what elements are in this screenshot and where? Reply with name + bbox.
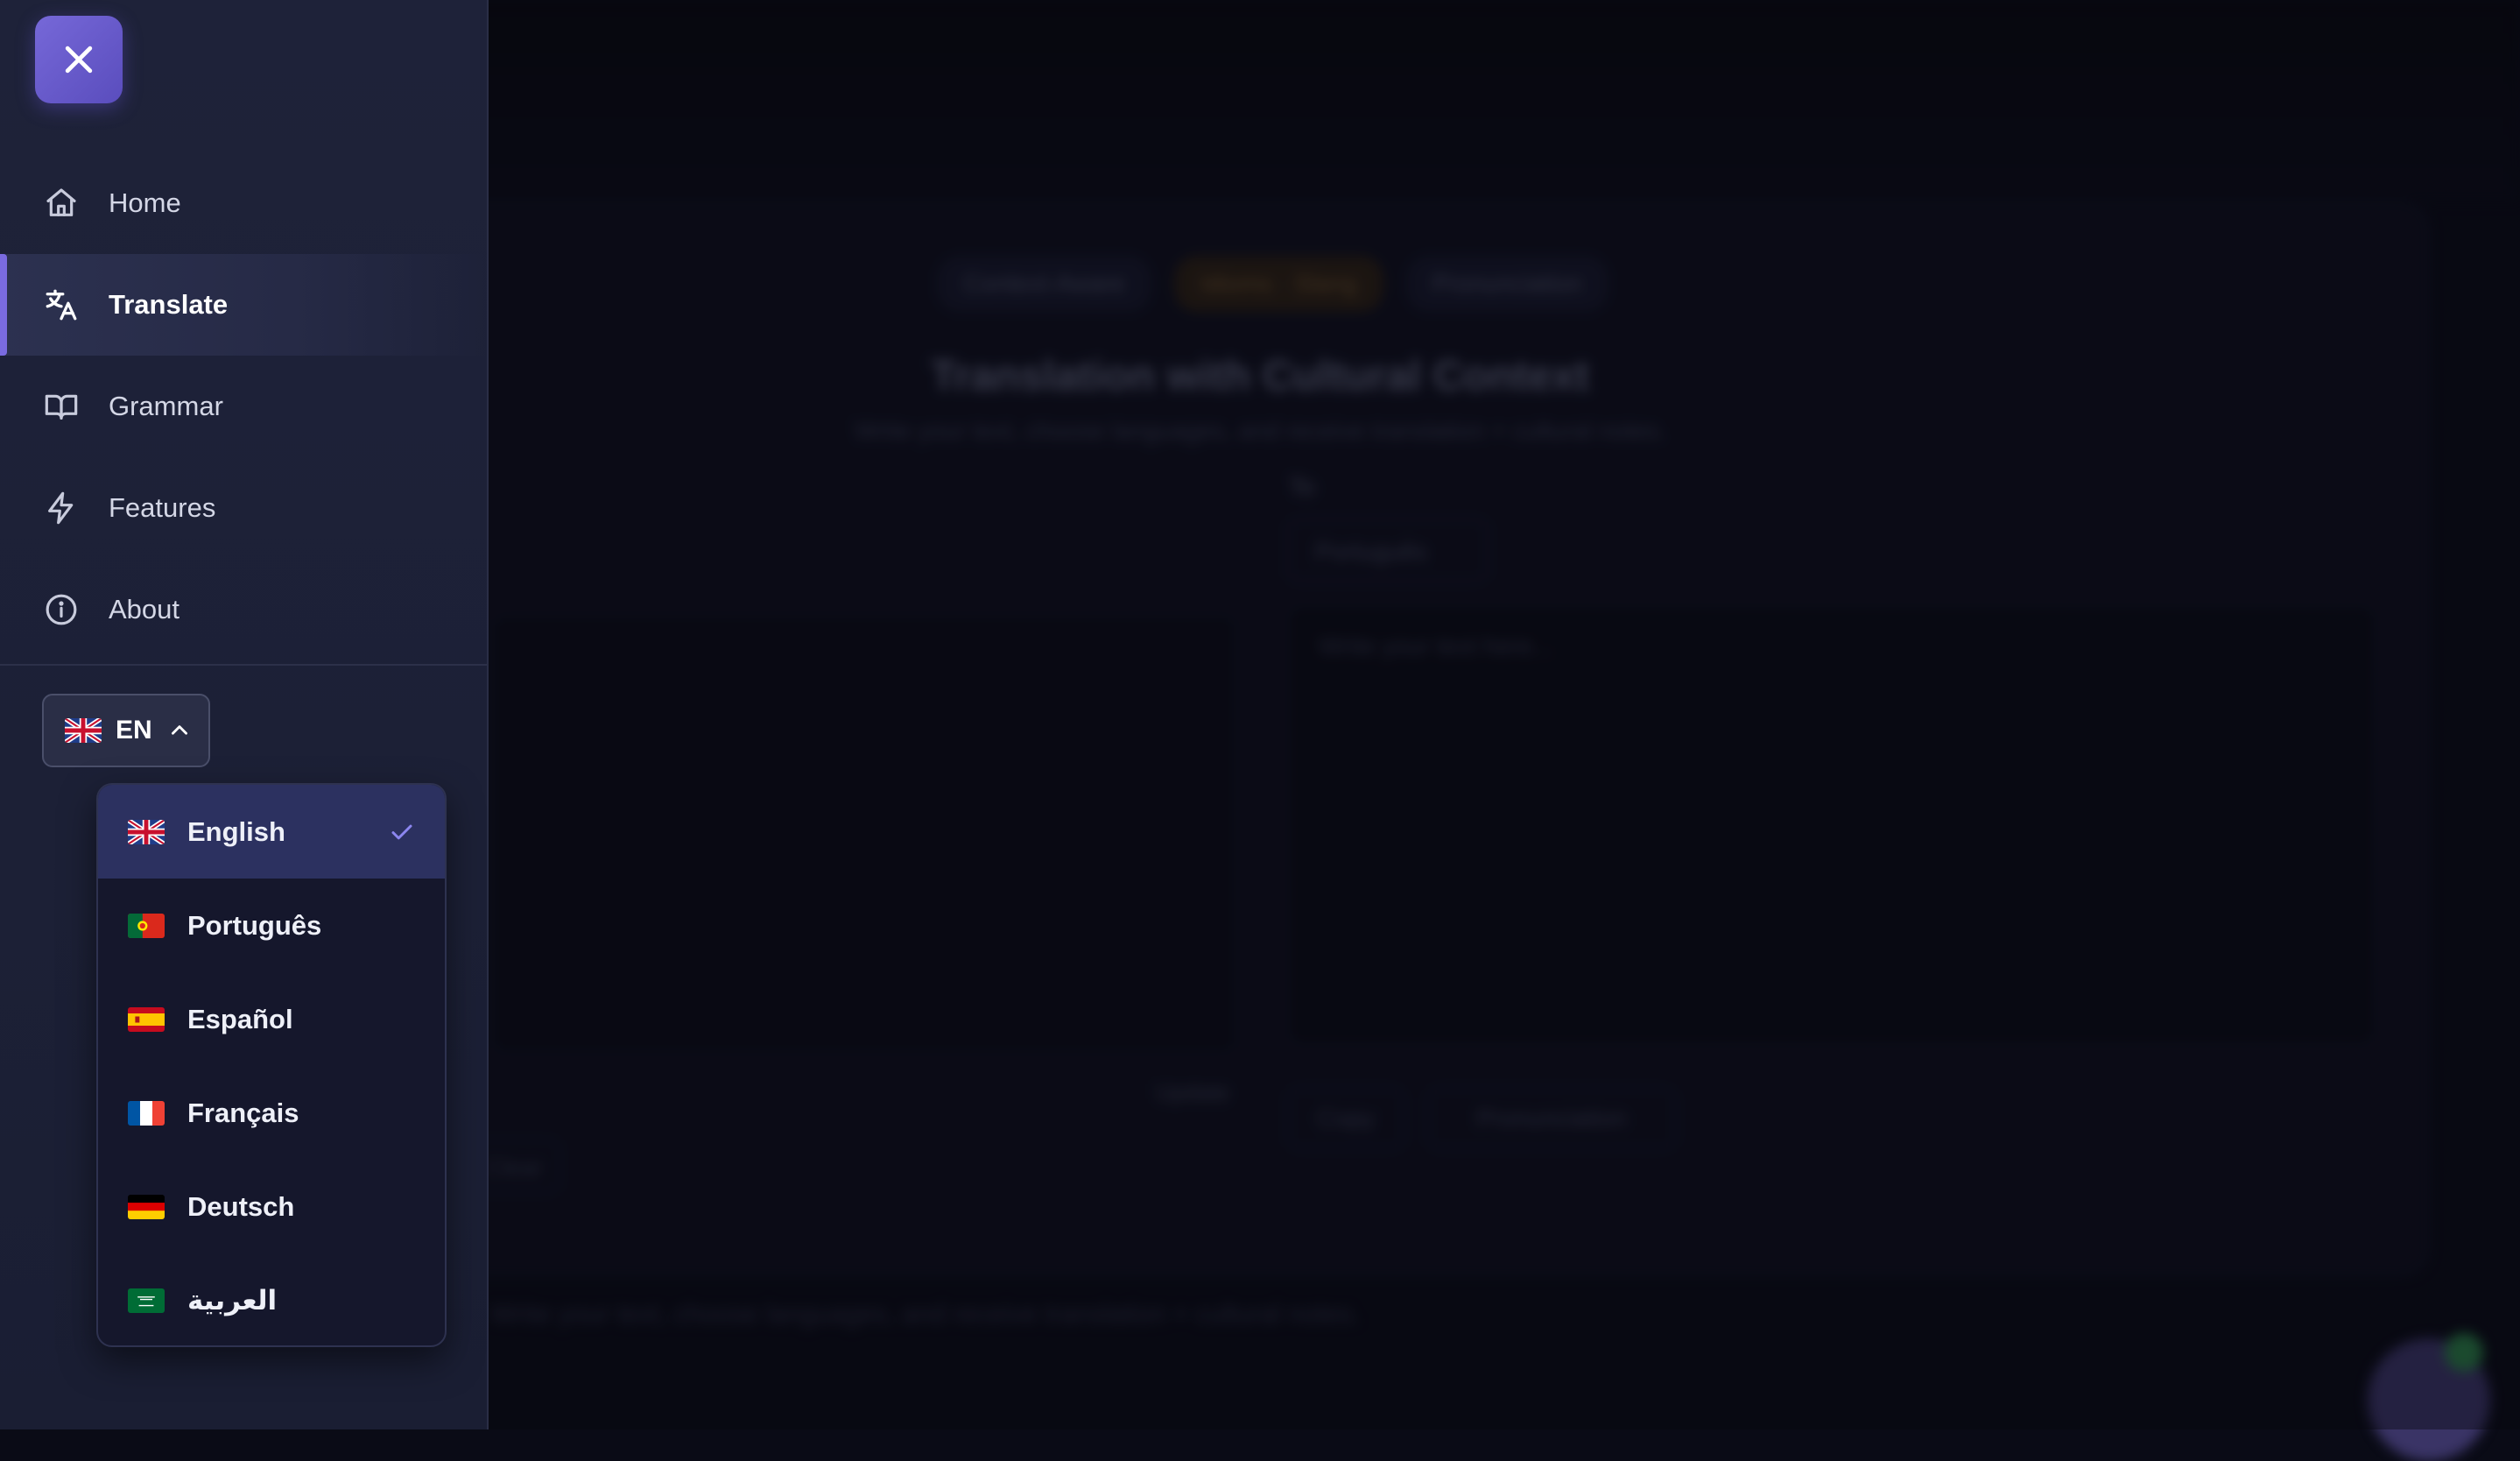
sidebar-item-translate[interactable]: Translate: [0, 254, 487, 356]
language-option-label: Deutsch: [187, 1190, 295, 1222]
language-option-english[interactable]: English: [98, 785, 445, 879]
sidebar-item-grammar[interactable]: Grammar: [0, 356, 487, 457]
language-option-french[interactable]: Français: [98, 1066, 445, 1160]
book-icon: [42, 387, 81, 426]
sidebar: Home Translate Grammar Features About EN…: [0, 0, 489, 1429]
sidebar-divider: [0, 664, 487, 666]
language-option-label: العربية: [187, 1284, 278, 1316]
saudi-flag-icon: [128, 1288, 165, 1313]
sidebar-nav: Home Translate Grammar Features About: [0, 152, 487, 660]
portugal-flag-icon: [128, 913, 165, 938]
sidebar-item-label: Translate: [109, 289, 229, 320]
home-icon: [42, 184, 81, 222]
sidebar-item-label: Grammar: [109, 391, 223, 421]
chevron-up-icon: [171, 725, 187, 735]
translate-icon: [42, 286, 81, 324]
sidebar-item-label: Features: [109, 492, 216, 523]
language-option-label: Français: [187, 1097, 299, 1128]
language-option-spanish[interactable]: Español: [98, 972, 445, 1066]
uk-flag-icon: [128, 819, 165, 844]
germany-flag-icon: [128, 1194, 165, 1219]
uk-flag-icon: [65, 718, 102, 743]
language-option-portuguese[interactable]: Português: [98, 879, 445, 972]
language-option-label: Português: [187, 909, 322, 941]
sidebar-item-home[interactable]: Home: [0, 152, 487, 254]
spain-flag-icon: [128, 1006, 165, 1032]
language-toggle[interactable]: EN: [42, 694, 210, 767]
language-option-german[interactable]: Deutsch: [98, 1160, 445, 1253]
lightning-icon: [42, 489, 81, 527]
info-icon: [42, 590, 81, 629]
sidebar-item-label: Home: [109, 187, 181, 218]
close-button[interactable]: [35, 16, 123, 103]
sidebar-item-features[interactable]: Features: [0, 457, 487, 559]
language-option-label: English: [187, 815, 285, 847]
language-option-label: Español: [187, 1003, 293, 1034]
language-dropdown-menu: English Português Español Français Deuts…: [96, 783, 447, 1347]
language-code: EN: [116, 716, 152, 745]
sidebar-item-label: About: [109, 594, 180, 625]
france-flag-icon: [128, 1100, 165, 1126]
sidebar-item-about[interactable]: About: [0, 559, 487, 660]
language-option-arabic[interactable]: العربية: [98, 1253, 445, 1345]
close-icon: [65, 46, 93, 74]
check-icon: [391, 824, 412, 839]
